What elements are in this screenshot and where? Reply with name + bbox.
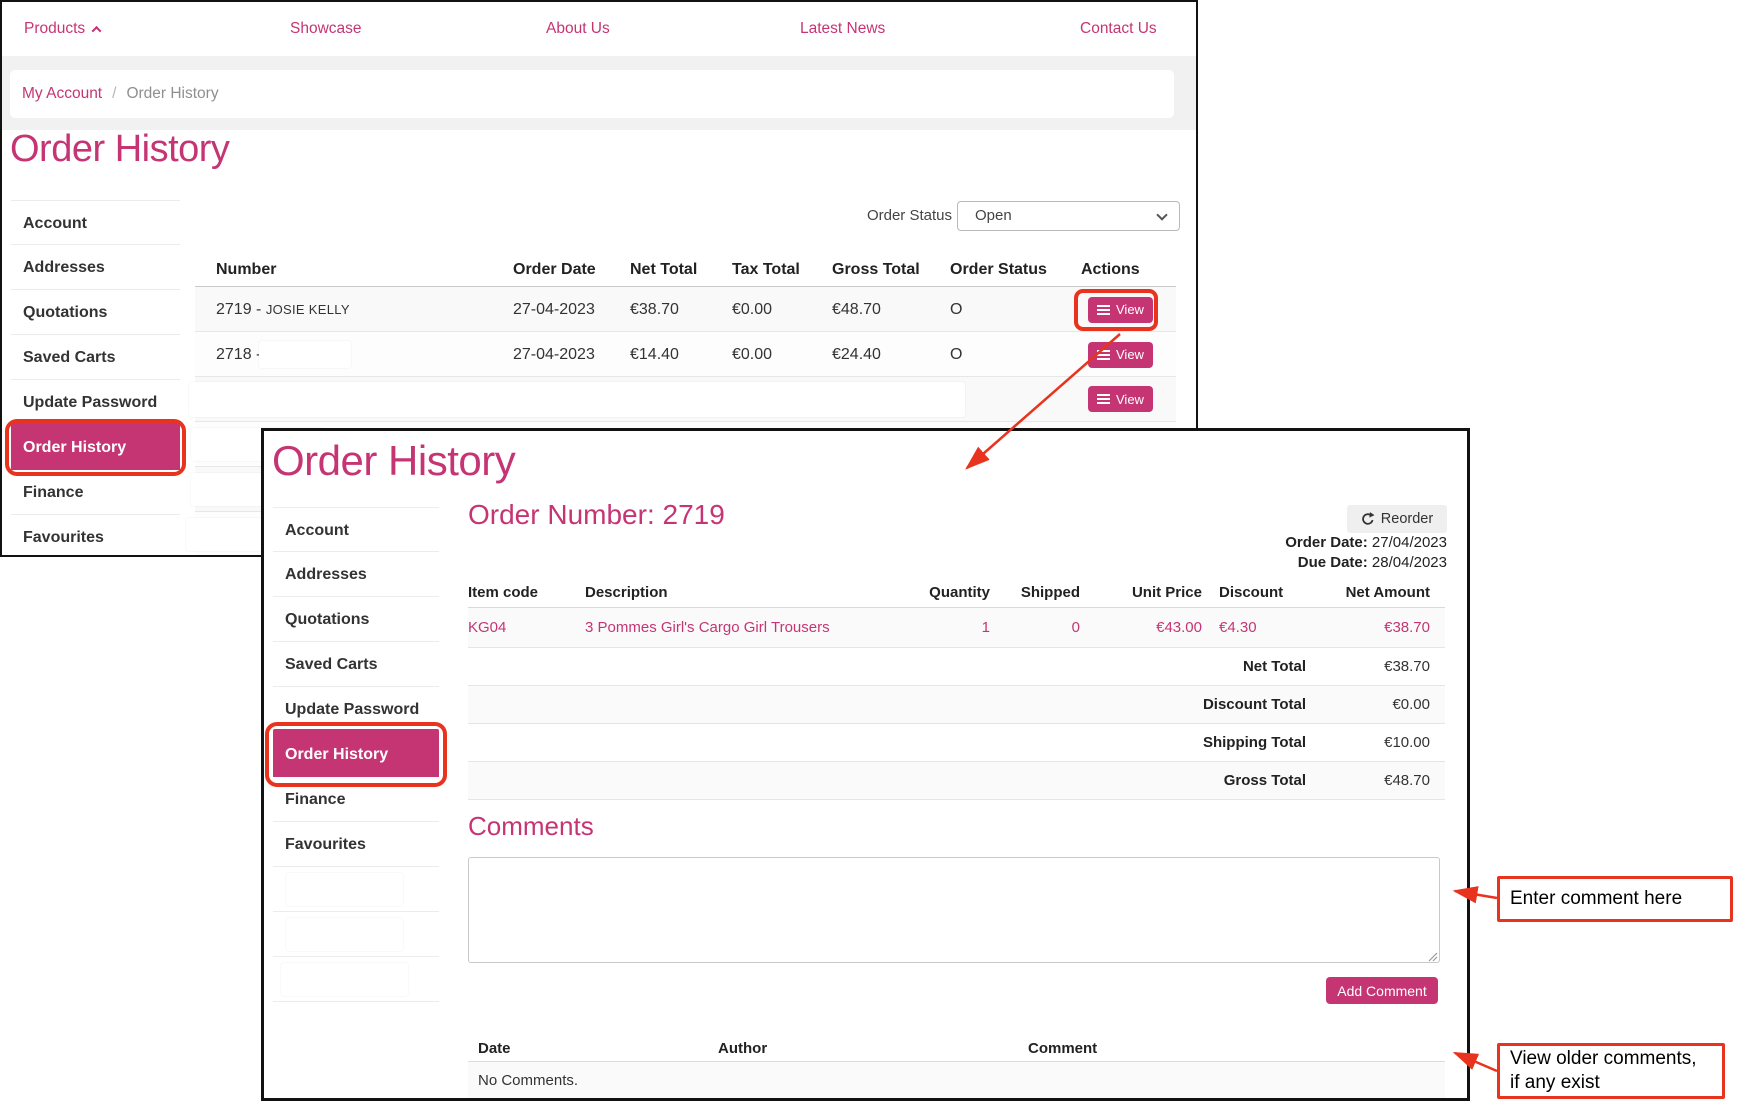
order-date-line: Order Date: 27/04/2023 xyxy=(964,534,1447,551)
no-comments-message: No Comments. xyxy=(468,1062,1445,1099)
sidebar-item-favourites[interactable]: Favourites xyxy=(273,822,439,867)
sidebar-item-redacted xyxy=(273,912,439,957)
redaction-box xyxy=(286,873,403,906)
sidebar-item-saved-carts[interactable]: Saved Carts xyxy=(273,642,439,687)
order-number-heading: Order Number: 2719 xyxy=(468,499,725,531)
redaction-box xyxy=(281,963,408,996)
comments-heading: Comments xyxy=(468,811,594,842)
page-title: Order History xyxy=(10,128,229,171)
sidebar-item-account[interactable]: Account xyxy=(273,507,439,552)
sidebar-item-addresses[interactable]: Addresses xyxy=(273,552,439,597)
sidebar-item-finance[interactable]: Finance xyxy=(273,777,439,822)
add-comment-button[interactable]: Add Comment xyxy=(1326,977,1438,1004)
breadcrumb-separator: / xyxy=(112,85,116,102)
list-icon xyxy=(1097,394,1110,404)
detail-page-title: Order History xyxy=(272,437,515,485)
order-detail-window: Order History Account Addresses Quotatio… xyxy=(261,428,1470,1101)
total-row-gross: Gross Total €48.70 xyxy=(468,762,1445,800)
sidebar-item-quotations[interactable]: Quotations xyxy=(273,597,439,642)
list-icon xyxy=(1097,305,1110,315)
sidebar-item-update-password[interactable]: Update Password xyxy=(273,687,439,732)
sidebar-item-redacted xyxy=(273,957,439,1002)
total-row-discount: Discount Total €0.00 xyxy=(468,686,1445,724)
due-date-line: Due Date: 28/04/2023 xyxy=(964,554,1447,571)
redaction-box xyxy=(286,918,403,951)
comments-table-header: Date Author Comment xyxy=(468,1035,1445,1062)
sidebar-item-addresses[interactable]: Addresses xyxy=(11,245,180,290)
sidebar-item-finance[interactable]: Finance xyxy=(11,470,180,515)
nav-item-about-us[interactable]: About Us xyxy=(546,2,610,56)
callout-enter-comment: Enter comment here xyxy=(1497,876,1733,922)
order-status-filter-label: Order Status xyxy=(802,201,952,231)
redaction-box xyxy=(189,382,965,417)
sidebar-item-order-history-active[interactable]: Order History xyxy=(273,732,439,777)
orders-table-header: Number Order Date Net Total Tax Total Gr… xyxy=(195,253,1176,287)
redaction-box xyxy=(259,341,351,368)
sidebar-item-quotations[interactable]: Quotations xyxy=(11,290,180,335)
chevron-down-icon xyxy=(1156,209,1167,220)
customer-name: JOSIE KELLY xyxy=(266,302,350,317)
sidebar-item-saved-carts[interactable]: Saved Carts xyxy=(11,335,180,380)
item-row-kg04: KG04 3 Pommes Girl's Cargo Girl Trousers… xyxy=(468,608,1445,648)
order-status-selected-value: Open xyxy=(975,207,1012,224)
account-sidebar: Account Addresses Quotations Saved Carts… xyxy=(11,200,180,557)
list-icon xyxy=(1097,350,1110,360)
sidebar-item-order-history-active[interactable]: Order History xyxy=(11,425,180,470)
total-row-shipping: Shipping Total €10.00 xyxy=(468,724,1445,762)
item-code-link[interactable]: KG04 xyxy=(468,608,585,648)
view-order-button[interactable]: View xyxy=(1088,386,1153,412)
chevron-up-icon xyxy=(92,26,102,36)
item-description-link[interactable]: 3 Pommes Girl's Cargo Girl Trousers xyxy=(585,608,905,648)
order-row-redacted: View xyxy=(195,377,1176,422)
nav-item-latest-news[interactable]: Latest News xyxy=(800,2,885,56)
view-order-button[interactable]: View xyxy=(1088,342,1153,368)
sidebar-item-favourites[interactable]: Favourites xyxy=(11,515,180,557)
comments-table: Date Author Comment No Comments. xyxy=(468,1035,1445,1099)
nav-products-label: Products xyxy=(24,20,85,37)
breadcrumb-current: Order History xyxy=(126,85,218,102)
items-table-header: Item code Description Quantity Shipped U… xyxy=(468,577,1445,608)
screenshot-canvas: Products Showcase About Us Latest News C… xyxy=(0,0,1740,1107)
order-items-table: Item code Description Quantity Shipped U… xyxy=(468,577,1445,800)
nav-item-products[interactable]: Products xyxy=(24,2,100,56)
callout-older-comments: View older comments, if any exist xyxy=(1497,1043,1725,1099)
reorder-button[interactable]: Reorder xyxy=(1347,505,1447,533)
sidebar-item-account[interactable]: Account xyxy=(11,200,180,245)
order-row-2719: 2719 - JOSIE KELLY 27-04-2023 €38.70 €0.… xyxy=(195,287,1176,332)
nav-item-showcase[interactable]: Showcase xyxy=(290,2,362,56)
sidebar-item-redacted xyxy=(273,867,439,912)
comment-input[interactable] xyxy=(468,857,1440,963)
arrow-clockwise-icon xyxy=(1361,512,1375,526)
sidebar-item-update-password[interactable]: Update Password xyxy=(11,380,180,425)
order-row-2718: 2718 - 27-04-2023 €14.40 €0.00 €24.40 O … xyxy=(195,332,1176,377)
view-order-button[interactable]: View xyxy=(1088,297,1153,323)
breadcrumb-my-account-link[interactable]: My Account xyxy=(22,85,102,102)
total-row-net: Net Total €38.70 xyxy=(468,648,1445,686)
detail-account-sidebar: Account Addresses Quotations Saved Carts… xyxy=(273,507,439,1002)
order-status-select[interactable]: Open xyxy=(957,201,1180,231)
nav-item-contact-us[interactable]: Contact Us xyxy=(1080,2,1157,56)
breadcrumb: My Account / Order History xyxy=(10,70,1174,118)
